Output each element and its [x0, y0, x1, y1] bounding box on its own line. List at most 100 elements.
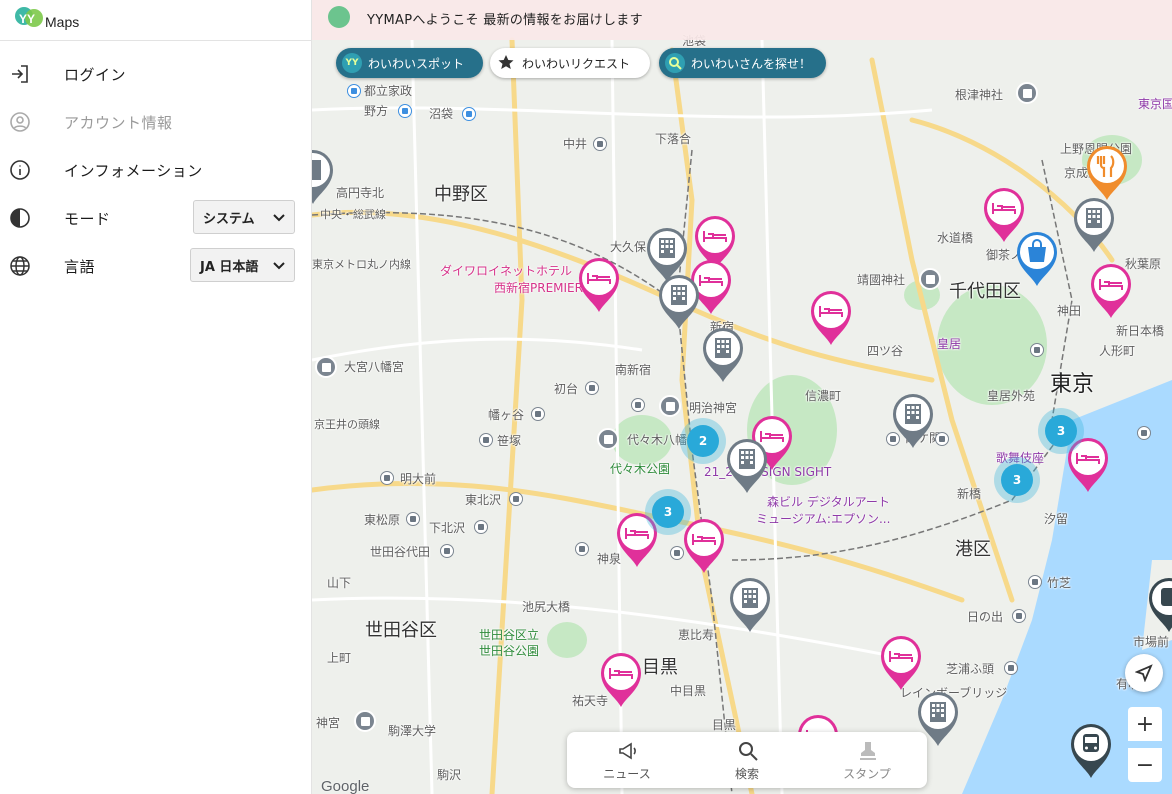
cluster-marker[interactable]: 3 — [645, 489, 691, 535]
shopping-pin-icon[interactable] — [1014, 230, 1060, 288]
hotel-pin-icon[interactable] — [681, 517, 727, 575]
map-label-kandamyojin: 神田 — [1057, 304, 1082, 318]
map-label-ningyocho: 人形町 — [1099, 344, 1136, 358]
station-icon[interactable] — [398, 104, 412, 118]
cluster-marker[interactable]: 3 — [1038, 408, 1084, 454]
sidebar-item-login[interactable]: ログイン — [0, 52, 312, 96]
map-label-hatagaya: 幡ヶ谷 — [488, 408, 525, 422]
map-label-hatsudai: 初台 — [554, 382, 579, 396]
station-icon[interactable] — [575, 542, 589, 556]
welcome-banner-text: YYMAPへようこそ 最新の情報をお届けします — [367, 13, 643, 28]
station-icon[interactable] — [474, 520, 488, 534]
nav-stamp[interactable]: スタンプ — [807, 732, 927, 788]
mode-select[interactable]: システム — [193, 200, 295, 234]
locate-me-button[interactable] — [1125, 654, 1163, 692]
station-icon[interactable] — [406, 512, 420, 526]
hotel-pin-icon[interactable] — [1088, 262, 1134, 320]
zoom-in-button[interactable]: + — [1128, 707, 1162, 741]
map-canvas[interactable]: 中野区 千代田区 東京 港区 世田谷区 目黒 池袋 都立家政 野方 沼袋 中井 … — [312, 0, 1172, 794]
map-label-higashi-matsubara: 東松原 — [364, 513, 401, 527]
shrine-icon[interactable] — [919, 268, 941, 290]
station-icon[interactable] — [479, 433, 493, 447]
map-label-shimokitazawa: 下北沢 — [429, 521, 466, 535]
map-label-omiya-hachiman: 大宮八幡宮 — [344, 360, 405, 374]
chip-label: わいわいリクエスト — [522, 56, 631, 71]
chip-waiwai-search[interactable]: わいわいさんを探せ！ — [659, 48, 826, 78]
map-label-keio-inokashira: 京王井の頭線 — [314, 418, 380, 431]
zoom-out-button[interactable]: − — [1128, 748, 1162, 782]
welcome-banner[interactable]: YYMAPへようこそ 最新の情報をお届けします — [312, 0, 1172, 40]
nav-news[interactable]: ニュース — [567, 732, 687, 788]
station-icon[interactable] — [1012, 609, 1026, 623]
map-label-nishi-shinjuku: 西新宿PREMIER — [494, 281, 583, 295]
cluster-marker[interactable]: 2 — [680, 418, 726, 464]
map-label-mori-art-2: ミュージアム:エプソン... — [756, 512, 891, 526]
station-icon[interactable] — [631, 398, 645, 412]
bottom-nav: ニュース 検索 スタンプ — [567, 732, 927, 788]
map-label-kokyo: 皇居 — [937, 337, 962, 351]
building-pin-icon[interactable] — [700, 326, 746, 384]
chip-label: わいわいさんを探せ！ — [691, 56, 812, 71]
cluster-marker[interactable]: 3 — [994, 457, 1040, 503]
map-label-yasukuni: 靖國神社 — [857, 273, 906, 287]
shrine-icon[interactable] — [597, 428, 619, 450]
cluster-count: 3 — [652, 496, 684, 528]
account-label: アカウント情報 — [64, 113, 173, 132]
map-label-mori-art: 森ビル デジタルアート — [767, 495, 890, 509]
train-pin-icon[interactable] — [1146, 576, 1172, 634]
building-pin-icon[interactable] — [724, 437, 770, 495]
map-label-yamashita: 山下 — [327, 576, 352, 590]
shrine-icon[interactable] — [1016, 82, 1038, 104]
chip-waiwai-spot[interactable]: YY わいわいスポット — [336, 48, 483, 78]
language-select-value: JA 日本語 — [200, 259, 259, 275]
sidebar-item-information[interactable]: インフォメーション — [0, 148, 312, 192]
building-pin-icon[interactable] — [727, 576, 773, 634]
station-icon[interactable] — [347, 84, 361, 98]
station-icon[interactable] — [1137, 426, 1151, 440]
station-icon[interactable] — [1028, 575, 1042, 589]
nav-search[interactable]: 検索 — [687, 732, 807, 788]
hotel-pin-icon[interactable] — [808, 289, 854, 347]
svg-text:YY: YY — [19, 12, 35, 26]
map-label-shin-nihonbashi: 新日本橋 — [1116, 324, 1165, 338]
station-icon[interactable] — [531, 407, 545, 421]
hotel-pin-icon[interactable] — [576, 256, 622, 314]
shrine-icon[interactable] — [354, 710, 376, 732]
station-icon[interactable] — [593, 137, 607, 151]
station-icon[interactable] — [462, 107, 476, 121]
map-label-sasazuka: 笹塚 — [497, 434, 522, 448]
station-icon[interactable] — [380, 471, 394, 485]
search-icon — [739, 742, 758, 761]
map-label-setagaya: 世田谷区 — [365, 620, 437, 641]
map-label-okubo: 大久保 — [610, 240, 647, 254]
sidebar-item-account[interactable]: アカウント情報 — [0, 100, 312, 144]
building-pin-icon[interactable] — [1071, 196, 1117, 254]
restaurant-pin-icon[interactable] — [1084, 144, 1130, 202]
language-select[interactable]: JA 日本語 — [190, 248, 295, 282]
map-label-nogata: 野方 — [364, 104, 389, 118]
map-label-suidobashi: 水道橋 — [937, 231, 974, 245]
building-pin-icon[interactable] — [656, 273, 702, 331]
app-logo[interactable]: YY Maps — [14, 4, 79, 34]
building-pin-icon[interactable] — [890, 392, 936, 450]
station-icon[interactable] — [509, 492, 523, 506]
station-icon[interactable] — [1030, 343, 1044, 357]
station-icon[interactable] — [1004, 661, 1018, 675]
stamp-icon — [860, 742, 876, 760]
shrine-icon[interactable] — [315, 356, 337, 378]
google-attribution[interactable]: Google — [321, 778, 369, 794]
building-pin-icon[interactable] — [312, 148, 336, 206]
station-icon[interactable] — [585, 381, 599, 395]
mode-select-value: システム — [203, 211, 255, 227]
chip-waiwai-request[interactable]: わいわいリクエスト — [490, 48, 650, 78]
map-label-takeshiba: 竹芝 — [1047, 576, 1072, 590]
train-pin-icon[interactable] — [1068, 722, 1114, 780]
info-icon — [9, 159, 31, 181]
hotel-pin-icon[interactable] — [598, 651, 644, 709]
hotel-pin-icon[interactable] — [878, 634, 924, 692]
shrine-icon[interactable] — [659, 395, 681, 417]
station-icon[interactable] — [440, 544, 454, 558]
app-name: Maps — [45, 14, 80, 30]
megaphone-icon — [619, 742, 636, 760]
station-icon[interactable] — [935, 432, 949, 446]
